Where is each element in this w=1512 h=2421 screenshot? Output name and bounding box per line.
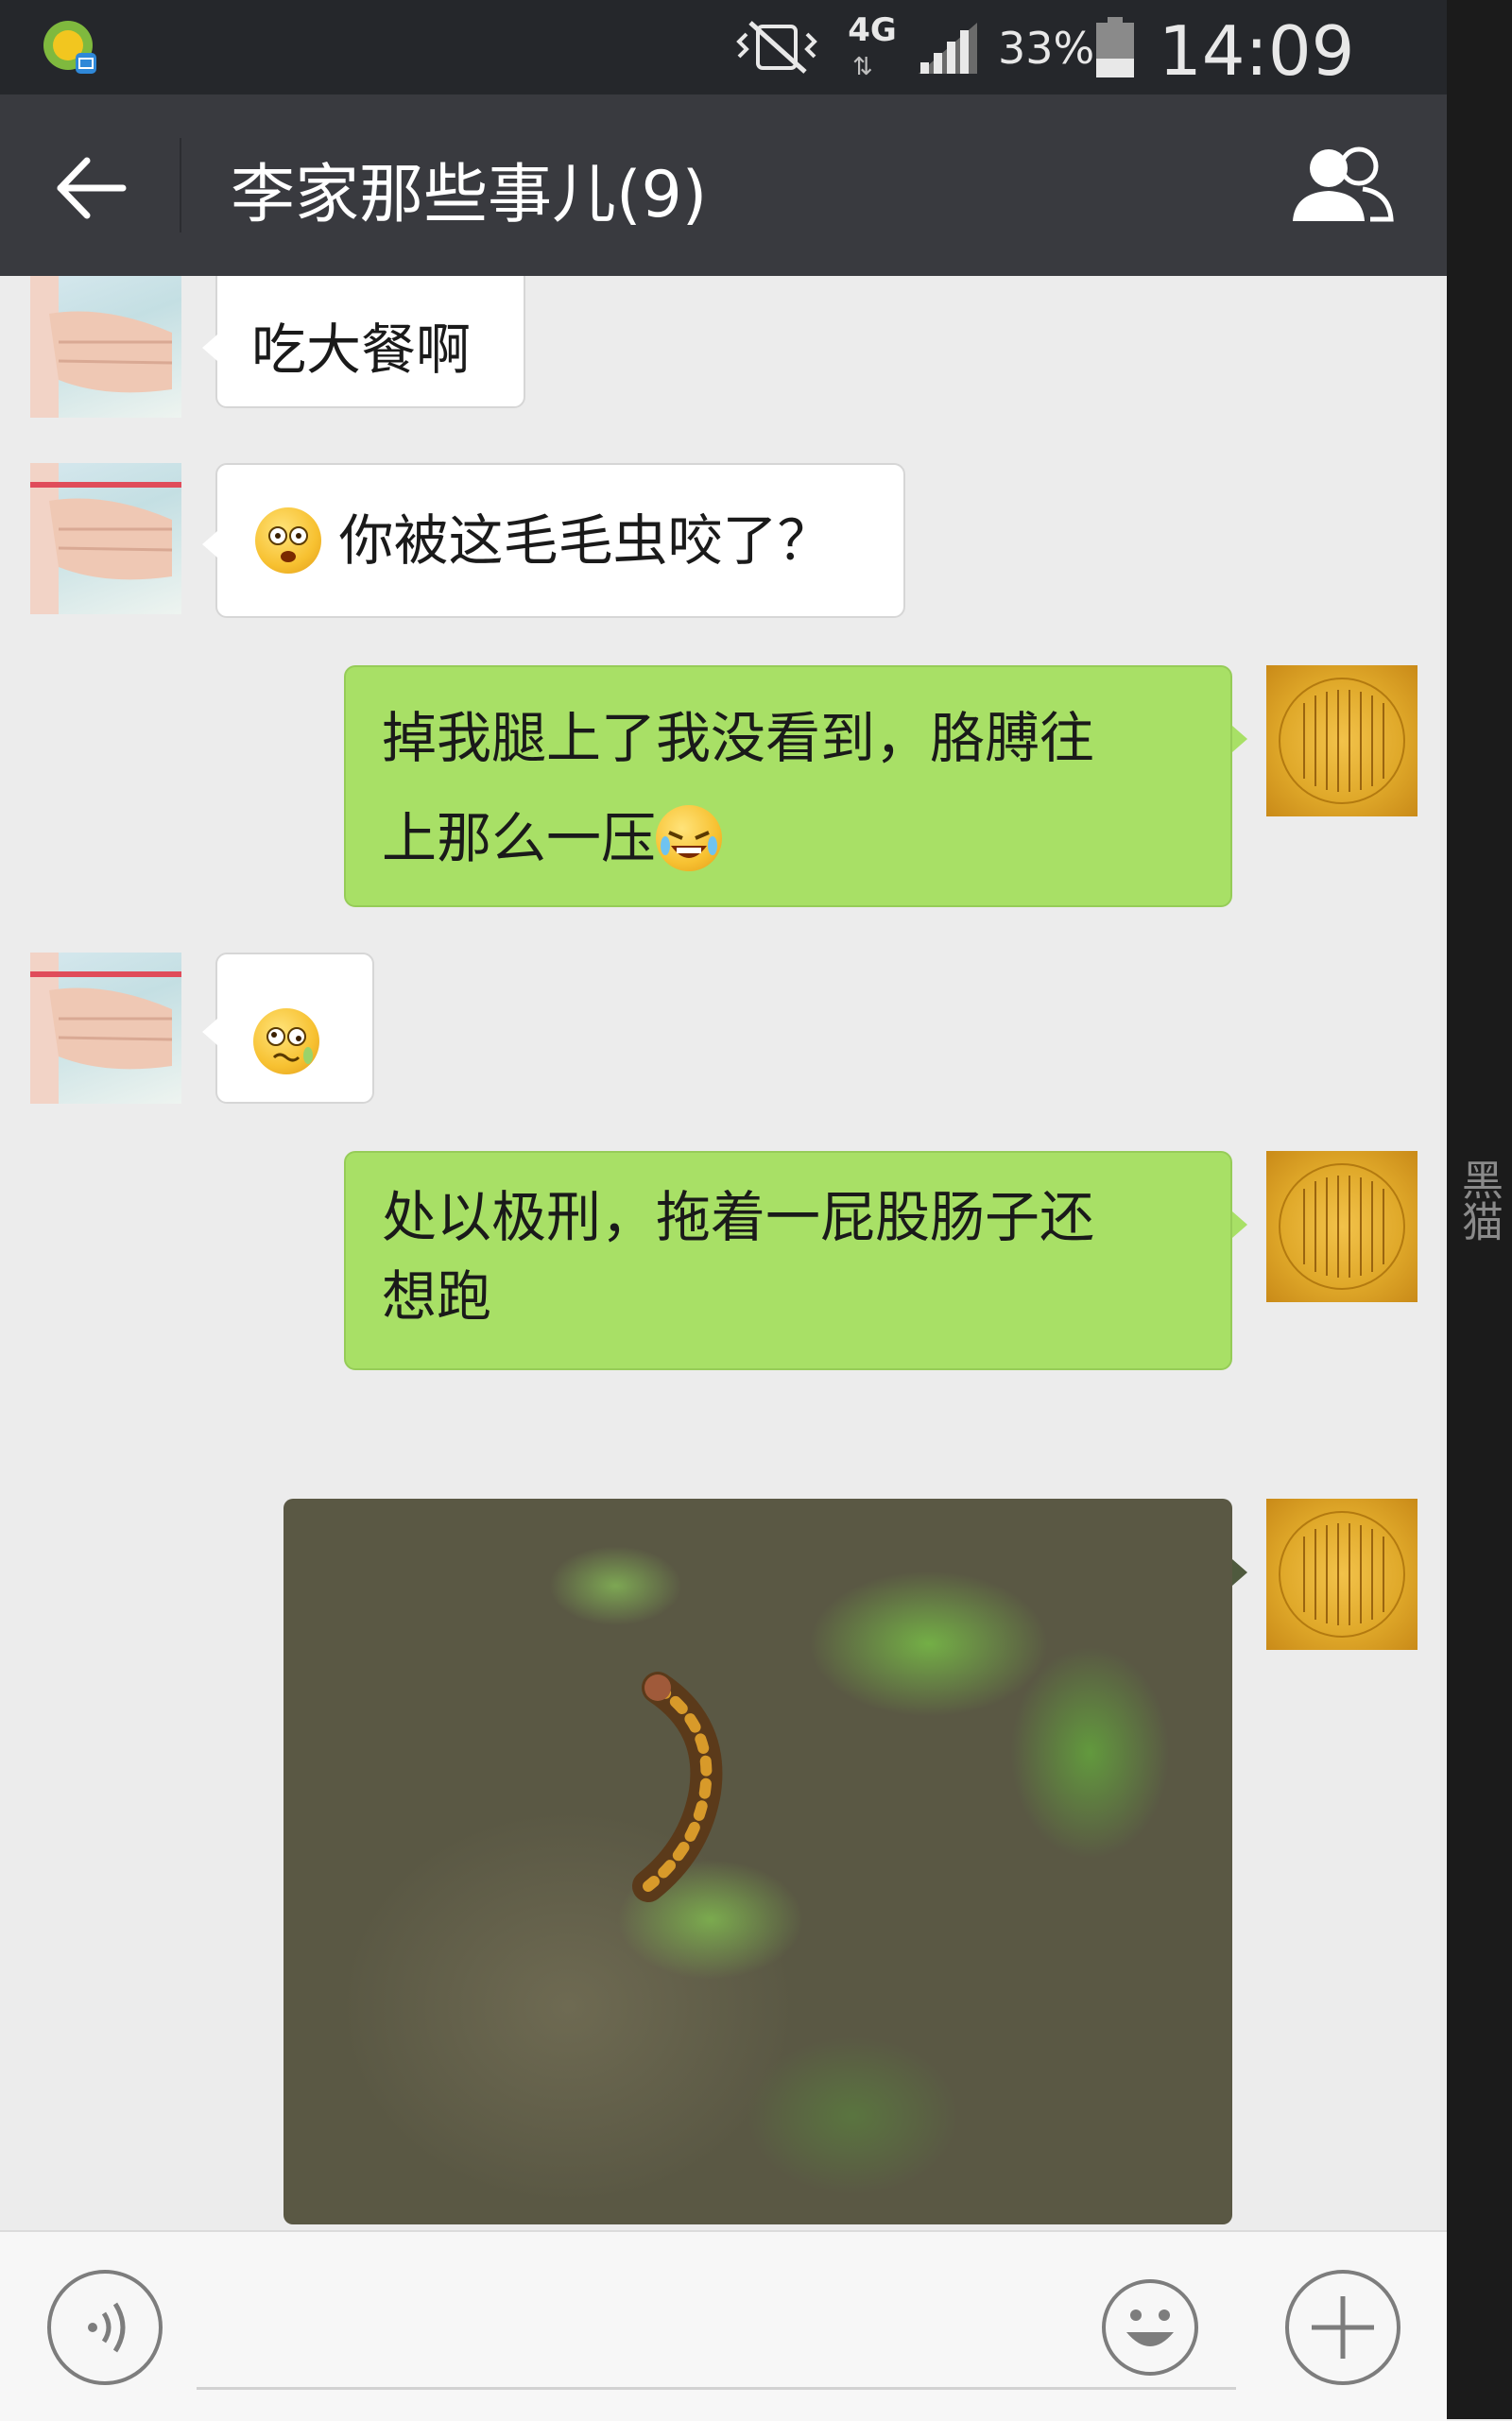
side-strip-label: 黑猫 [1454,1159,1503,1242]
my-avatar[interactable] [1266,1499,1418,1650]
bubble-tail [202,1019,217,1045]
more-plus-icon[interactable] [1283,2268,1402,2387]
hands-photo [30,463,181,614]
surprised-emoji-icon [255,507,321,574]
image-message[interactable] [284,1499,1232,2224]
chat-header: 李家那些事儿(9) [0,94,1447,276]
friend-avatar[interactable] [30,953,181,1104]
data-arrows-icon: ⇅ [852,53,873,81]
caterpillar-photo [632,1672,723,1902]
bubble-tail [202,335,217,361]
message-text-line: 处以极刑，拖着一屁股肠子还 [382,1185,1095,1249]
input-bar [0,2230,1447,2421]
status-bar: 4G ⇅ 33% 14:09 [0,0,1447,94]
bubble-tail [1232,1559,1247,1586]
message-text-line: 想跑 [382,1264,492,1329]
battery-icon [1096,17,1134,77]
clock: 14:09 [1159,11,1355,91]
voice-input-icon[interactable] [45,2268,164,2387]
chat-title: 李家那些事儿(9) [231,158,708,232]
friend-avatar[interactable] [30,276,181,418]
message-input[interactable] [197,2270,1236,2390]
group-members-icon[interactable] [1283,144,1397,229]
message-bubble[interactable]: 处以极刑，拖着一屁股肠子还 想跑 [344,1151,1232,1370]
hands-photo [30,953,181,1104]
message-bubble[interactable]: 掉我腿上了我没看到，胳膊往 上那么一压 [344,665,1232,907]
crying-laughing-emoji-icon [656,804,723,871]
message-bubble[interactable] [215,953,374,1104]
bubble-tail [1232,726,1247,752]
back-arrow-icon[interactable] [49,146,134,231]
friend-avatar[interactable] [30,463,181,614]
message-text: 你被这毛毛虫咬了？ [338,508,833,573]
hands-photo [30,276,173,418]
vibrate-mute-icon [736,21,817,74]
message-text: 吃大餐啊 [251,318,472,382]
message-text-line: 掉我腿上了我没看到，胳膊往 [382,706,1095,770]
emoji-picker-icon[interactable] [1100,2277,1200,2378]
bubble-tail [202,531,217,558]
my-avatar[interactable] [1266,665,1418,816]
message-list[interactable]: 吃大餐啊 你被这毛毛虫咬了？ 掉我腿上了我没看到，胳膊往 上那么一压 处以极刑，… [0,276,1447,2230]
message-bubble[interactable]: 你被这毛毛虫咬了？ [215,463,905,618]
golden-scroll-avatar [1279,1163,1405,1290]
my-avatar[interactable] [1266,1151,1418,1302]
golden-scroll-avatar [1279,1511,1405,1638]
golden-scroll-avatar [1279,678,1405,804]
signal-icon [919,23,977,74]
message-text-line: 上那么一压 [382,806,657,870]
app-notification-icon [43,21,96,74]
message-bubble[interactable]: 吃大餐啊 [215,276,525,408]
network-type: 4G [848,11,897,49]
dizzy-sweat-emoji-icon [253,1007,319,1074]
bubble-tail [1232,1211,1247,1238]
battery-percent: 33% [998,23,1095,74]
header-divider [180,138,181,232]
